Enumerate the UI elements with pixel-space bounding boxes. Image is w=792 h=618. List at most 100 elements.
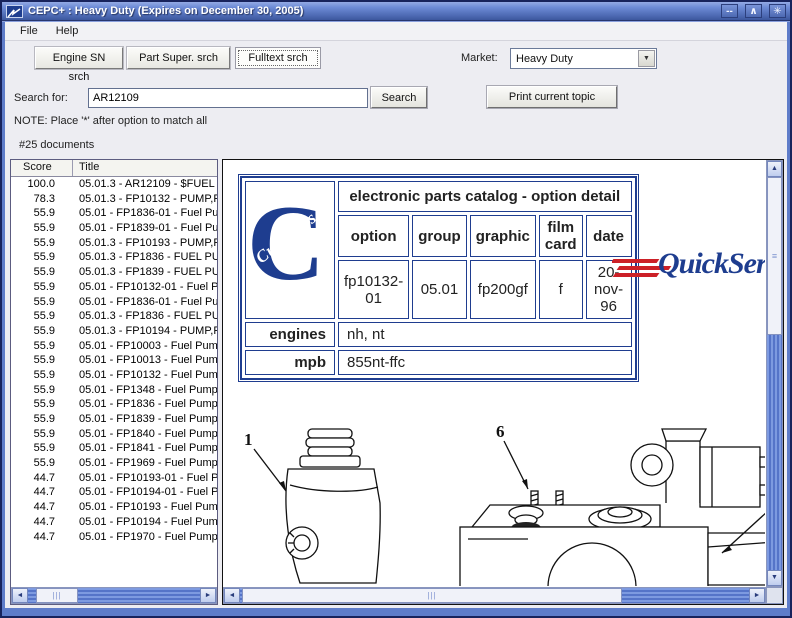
table-row[interactable]: 55.905.01 - FP10132 - Fuel Pum	[11, 368, 217, 383]
scrollbar-thumb[interactable]: ≡	[767, 177, 782, 335]
table-row[interactable]: 44.705.01 - FP10194 - Fuel Pum	[11, 515, 217, 530]
table-row[interactable]: 100.005.01.3 - AR12109 - $FUEL	[11, 177, 217, 192]
graphic-value: fp200gf	[470, 260, 536, 319]
document-vertical-scrollbar[interactable]: ▲ ≡ ▼	[766, 160, 783, 587]
engines-label: engines	[245, 322, 335, 347]
score-cell: 44.7	[11, 530, 73, 545]
column-header-film-card: film card	[539, 215, 583, 257]
results-horizontal-scrollbar[interactable]: ◄ ||| ►	[11, 587, 217, 604]
scrollbar-thumb[interactable]: |||	[242, 588, 622, 603]
scrollbar-track[interactable]: |||	[28, 588, 200, 603]
results-panel: Score Title 100.005.01.3 - AR12109 - $FU…	[10, 159, 218, 605]
print-current-topic-button[interactable]: Print current topic	[487, 86, 617, 108]
cummins-logo: C Cummins	[251, 198, 329, 303]
title-cell: 05.01 - FP10003 - Fuel Pum	[73, 339, 217, 354]
table-row[interactable]: 55.905.01.3 - FP1836 - FUEL PU	[11, 250, 217, 265]
scroll-down-icon[interactable]: ▼	[767, 570, 782, 586]
title-cell: 05.01 - FP1970 - Fuel Pump	[73, 530, 217, 545]
score-cell: 55.9	[11, 265, 73, 280]
scroll-right-icon[interactable]: ►	[749, 588, 765, 603]
window-title: CEPC+ : Heavy Duty (Expires on December …	[28, 5, 715, 17]
scroll-left-icon[interactable]: ◄	[12, 588, 28, 603]
score-cell: 44.7	[11, 485, 73, 500]
table-row[interactable]: 44.705.01 - FP10193-01 - Fuel P	[11, 471, 217, 486]
scrollbar-thumb[interactable]: |||	[36, 588, 78, 603]
app-window: CEPC+ : Heavy Duty (Expires on December …	[0, 0, 792, 618]
title-cell: 05.01 - FP1969 - Fuel Pump	[73, 456, 217, 471]
table-row[interactable]: 55.905.01 - FP1841 - Fuel Pump	[11, 441, 217, 456]
scroll-up-icon[interactable]: ▲	[767, 161, 782, 177]
search-button[interactable]: Search	[371, 87, 427, 108]
table-row[interactable]: 44.705.01 - FP1970 - Fuel Pump	[11, 530, 217, 545]
title-bar: CEPC+ : Heavy Duty (Expires on December …	[2, 2, 790, 21]
table-row[interactable]: 55.905.01 - FP1836 - Fuel Pump	[11, 397, 217, 412]
scrollbar-track[interactable]: ≡	[767, 177, 782, 570]
title-cell: 05.01.3 - FP1839 - FUEL PU	[73, 265, 217, 280]
table-row[interactable]: 55.905.01 - FP1348 - Fuel Pump	[11, 383, 217, 398]
score-cell: 55.9	[11, 236, 73, 251]
table-row[interactable]: 55.905.01 - FP1836-01 - Fuel Pu	[11, 206, 217, 221]
tab-part-super-search[interactable]: Part Super. srch	[127, 47, 230, 69]
score-cell: 78.3	[11, 192, 73, 207]
tab-fulltext-search[interactable]: Fulltext srch	[235, 47, 321, 69]
score-cell: 55.9	[11, 412, 73, 427]
score-cell: 55.9	[11, 456, 73, 471]
column-header-score[interactable]: Score	[11, 160, 73, 176]
engines-value: nh, nt	[338, 322, 632, 347]
table-row[interactable]: 55.905.01 - FP1840 - Fuel Pump	[11, 427, 217, 442]
table-row[interactable]: 44.705.01 - FP10193 - Fuel Pum	[11, 500, 217, 515]
menu-file[interactable]: File	[11, 23, 47, 39]
window-frame: File Help Engine SN srch Part Super. src…	[2, 21, 790, 616]
table-row[interactable]: 55.905.01.3 - FP1836 - FUEL PU	[11, 309, 217, 324]
score-cell: 55.9	[11, 427, 73, 442]
market-select[interactable]: Heavy Duty ▼	[510, 48, 657, 69]
table-row[interactable]: 55.905.01 - FP1836-01 - Fuel Pu	[11, 295, 217, 310]
table-row[interactable]: 55.905.01.3 - FP1839 - FUEL PU	[11, 265, 217, 280]
score-cell: 55.9	[11, 339, 73, 354]
title-cell: 05.01 - FP10132-01 - Fuel P	[73, 280, 217, 295]
mpb-value: 855nt-ffc	[338, 350, 632, 375]
table-row[interactable]: 55.905.01 - FP1969 - Fuel Pump	[11, 456, 217, 471]
document-horizontal-scrollbar[interactable]: ◄ ||| ►	[223, 587, 766, 604]
scroll-left-icon[interactable]: ◄	[224, 588, 240, 603]
table-row[interactable]: 78.305.01.3 - FP10132 - PUMP,F	[11, 192, 217, 207]
option-detail-table: C Cummins electronic parts catalog - opt…	[240, 176, 637, 380]
score-cell: 55.9	[11, 295, 73, 310]
table-row[interactable]: 55.905.01 - FP10013 - Fuel Pum	[11, 353, 217, 368]
title-cell: 05.01.3 - FP1836 - FUEL PU	[73, 250, 217, 265]
title-cell: 05.01 - FP1839-01 - Fuel Pu	[73, 221, 217, 236]
table-row[interactable]: 55.905.01.3 - FP10193 - PUMP,F	[11, 236, 217, 251]
results-body: 100.005.01.3 - AR12109 - $FUEL78.305.01.…	[11, 177, 217, 571]
table-row[interactable]: 55.905.01.3 - FP10194 - PUMP,F	[11, 324, 217, 339]
search-input[interactable]	[88, 88, 368, 108]
maximize-icon[interactable]: ∧	[745, 4, 762, 18]
table-row[interactable]: 55.905.01 - FP1839 - Fuel Pump	[11, 412, 217, 427]
table-row[interactable]: 55.905.01 - FP1839-01 - Fuel Pu	[11, 221, 217, 236]
score-cell: 55.9	[11, 250, 73, 265]
menu-help[interactable]: Help	[47, 23, 88, 39]
option-value: fp10132-01	[338, 260, 409, 319]
tab-engine-sn-search[interactable]: Engine SN srch	[35, 47, 123, 69]
chevron-down-icon[interactable]: ▼	[638, 50, 655, 67]
minimize-icon[interactable]: --	[721, 4, 738, 18]
table-title: electronic parts catalog - option detail	[338, 181, 632, 212]
mpb-label: mpb	[245, 350, 335, 375]
column-header-title[interactable]: Title	[73, 160, 217, 176]
title-cell: 05.01 - FP1836-01 - Fuel Pu	[73, 295, 217, 310]
table-row[interactable]: 55.905.01 - FP10132-01 - Fuel P	[11, 280, 217, 295]
scrollbar-track[interactable]: |||	[240, 588, 749, 603]
score-cell: 55.9	[11, 309, 73, 324]
close-icon[interactable]: ✳	[769, 4, 786, 18]
column-header-option: option	[338, 215, 409, 257]
title-cell: 05.01.3 - FP1836 - FUEL PU	[73, 309, 217, 324]
note-text: NOTE: Place '*' after option to match al…	[14, 115, 207, 127]
film-card-value: f	[539, 260, 583, 319]
title-cell: 05.01 - FP10193 - Fuel Pum	[73, 500, 217, 515]
scroll-right-icon[interactable]: ►	[200, 588, 216, 603]
title-cell: 05.01 - FP1841 - Fuel Pump	[73, 441, 217, 456]
table-row[interactable]: 55.905.01 - FP10003 - Fuel Pum	[11, 339, 217, 354]
table-row[interactable]: 44.705.01 - FP10194-01 - Fuel P	[11, 485, 217, 500]
title-cell: 05.01 - FP1348 - Fuel Pump	[73, 383, 217, 398]
title-cell: 05.01 - FP10132 - Fuel Pum	[73, 368, 217, 383]
title-cell: 05.01 - FP1836-01 - Fuel Pu	[73, 206, 217, 221]
